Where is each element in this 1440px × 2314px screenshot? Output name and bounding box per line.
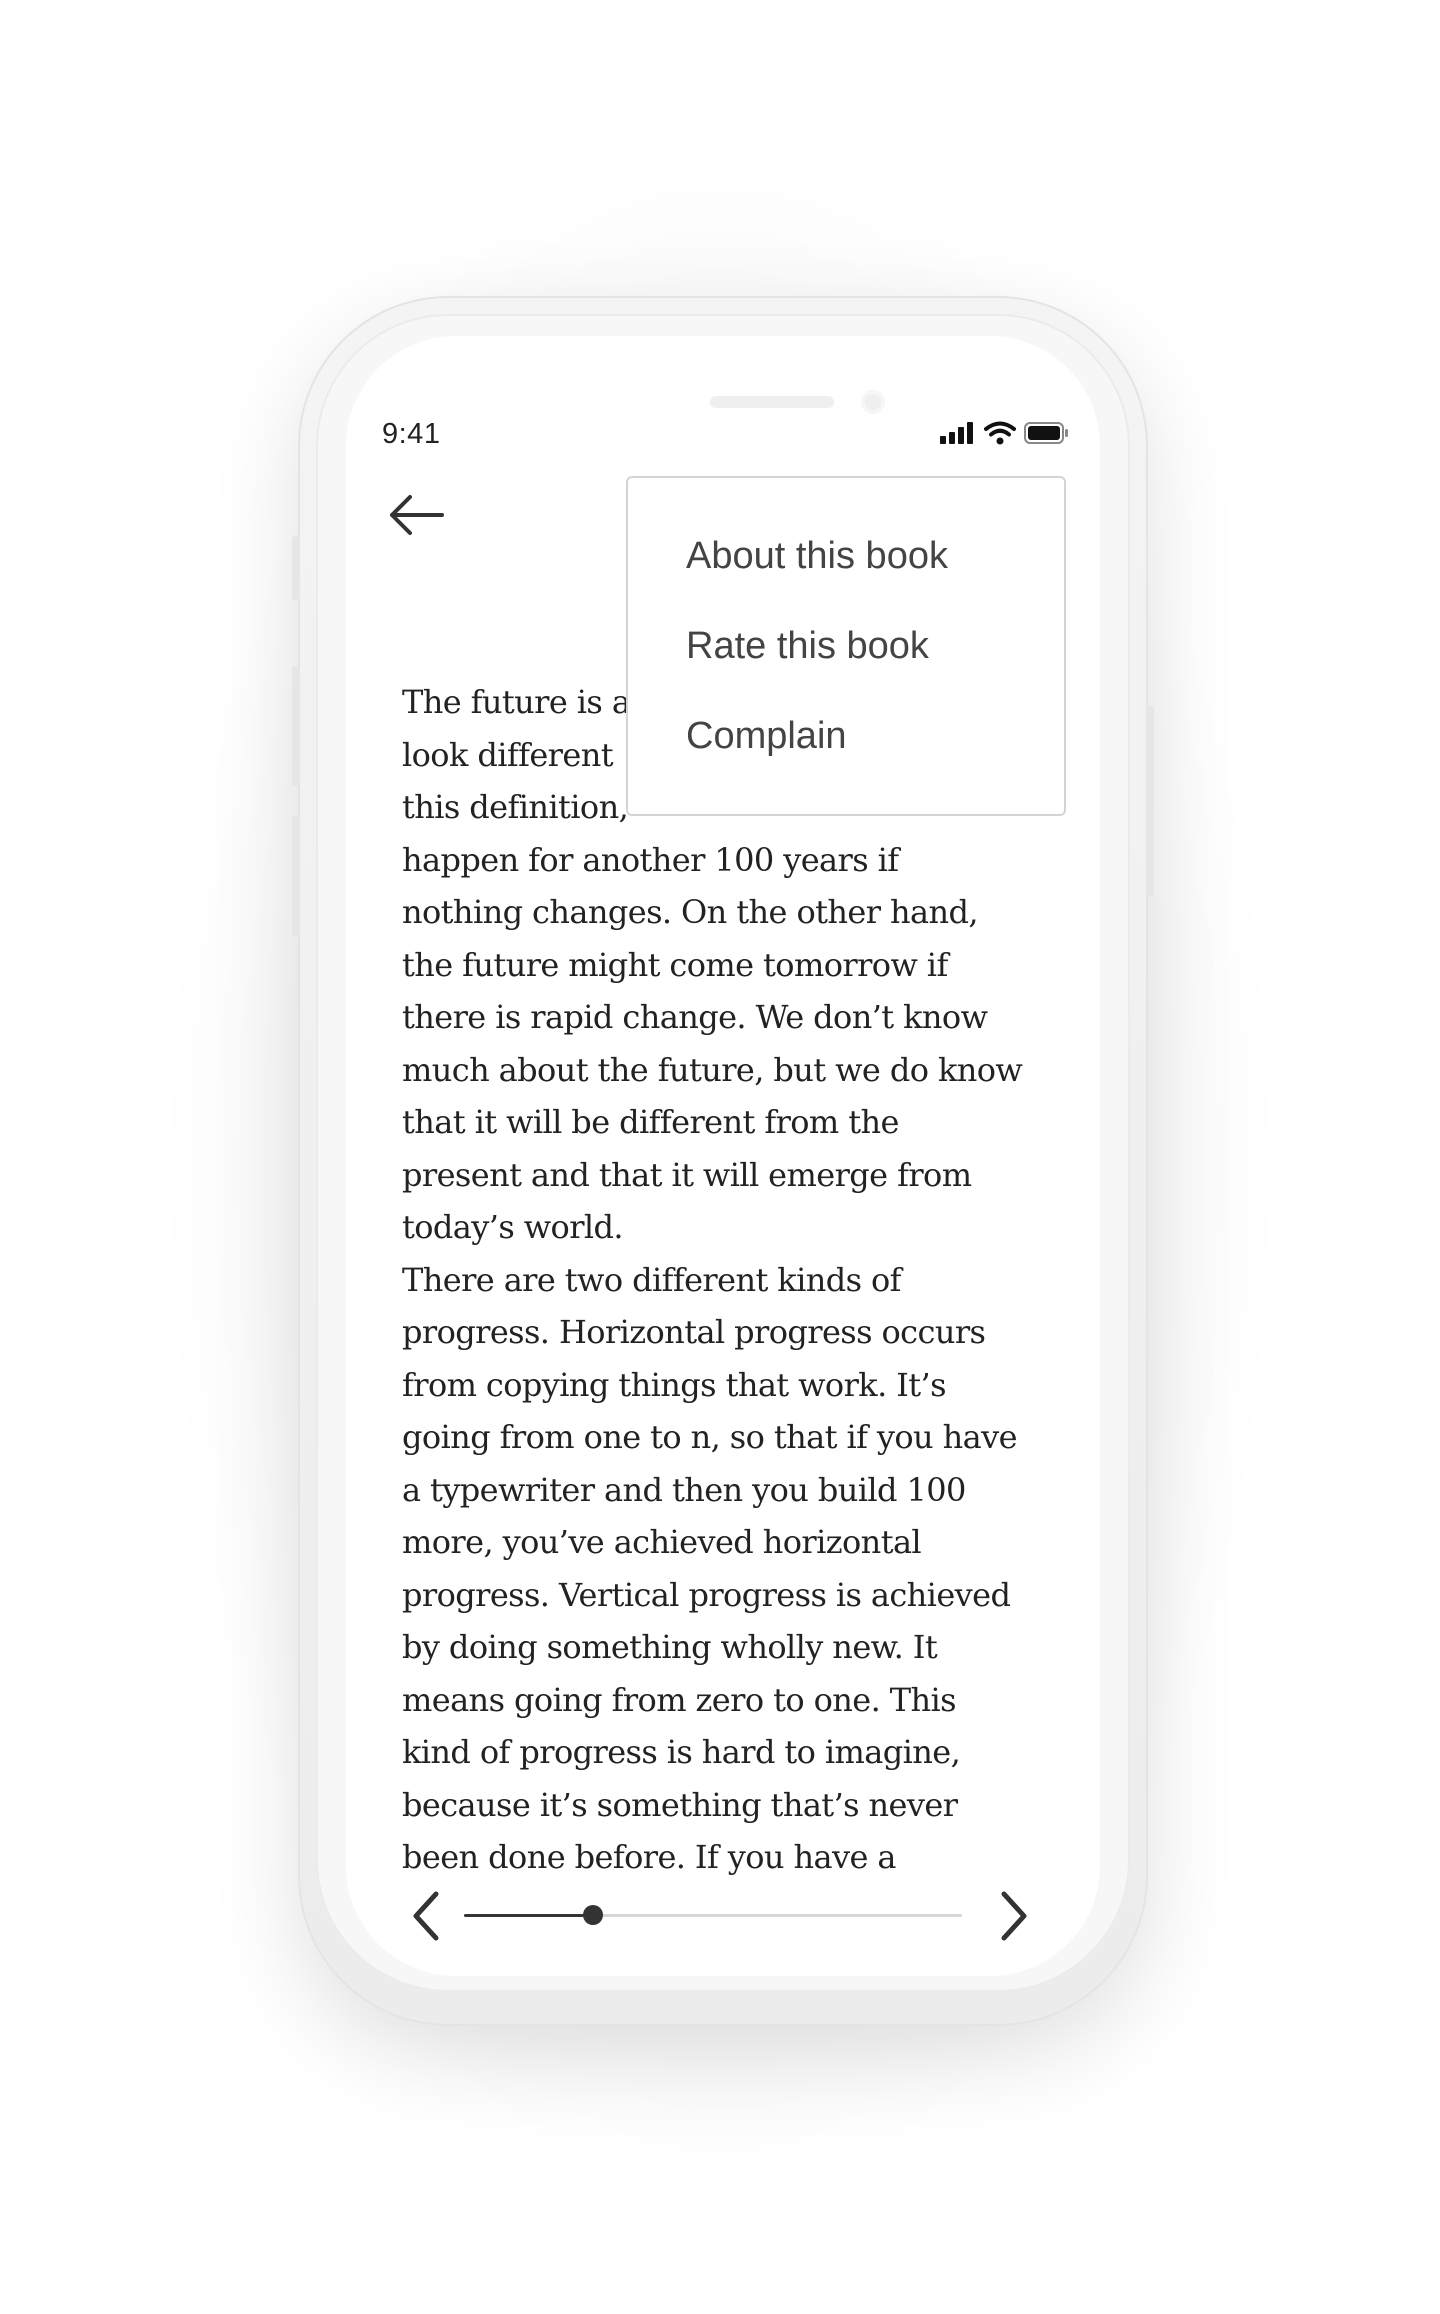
status-icons: [940, 418, 1070, 448]
front-camera: [861, 390, 885, 414]
arrow-left-icon: [390, 495, 444, 535]
text-line: more, you’ve achieved horizontal: [402, 1523, 922, 1561]
text-line: from copying things that work. It’s: [402, 1365, 947, 1404]
book-content: The future is a look different this defi…: [402, 676, 1050, 1884]
phone-frame: 9:41 The future is a look different this…: [292, 296, 1154, 2026]
chevron-left-icon: [413, 1891, 439, 1941]
text-line: nothing changes. On the other hand,: [402, 893, 979, 931]
next-page-button[interactable]: [992, 1886, 1036, 1946]
volume-up-button: [292, 666, 300, 786]
text-line: a typewriter and then you build 100: [402, 1470, 966, 1509]
text-line: because it’s something that’s never: [402, 1785, 958, 1824]
text-line: by doing something wholly new. It: [402, 1628, 938, 1666]
text-line: been done before. If you have a: [402, 1838, 896, 1876]
text-line: progress. Horizontal progress occurs: [402, 1313, 986, 1351]
silent-switch: [292, 536, 300, 600]
text-line: means going from zero to one. This: [402, 1680, 957, 1719]
power-button: [1146, 706, 1154, 896]
options-menu: About this book Rate this book Complain: [626, 476, 1066, 816]
prev-page-button[interactable]: [404, 1886, 448, 1946]
text-line: kind of progress is hard to imagine,: [402, 1733, 961, 1771]
speaker-grille: [710, 396, 834, 408]
background: 9:41 The future is a look different this…: [0, 0, 1440, 2314]
text-line: there is rapid change. We don’t know: [402, 998, 988, 1036]
battery-icon: [1024, 422, 1068, 444]
menu-item-about-book[interactable]: About this book: [628, 518, 1064, 608]
screen: 9:41 The future is a look different this…: [346, 336, 1100, 1976]
reading-progress-slider[interactable]: [464, 1905, 962, 1925]
text-line: that it will be different from the: [402, 1103, 899, 1141]
text-line: happen for another 100 years if: [402, 840, 899, 879]
cellular-signal-icon: [940, 422, 973, 444]
slider-fill: [464, 1914, 594, 1917]
text-line: present and that it will emerge from: [402, 1155, 972, 1194]
menu-item-complain[interactable]: Complain: [628, 698, 1064, 788]
back-button[interactable]: [384, 488, 448, 542]
menu-item-rate-book[interactable]: Rate this book: [628, 608, 1064, 698]
text-line: progress. Vertical progress is achieved: [402, 1575, 1011, 1614]
volume-down-button: [292, 816, 300, 936]
slider-thumb[interactable]: [583, 1905, 604, 1925]
text-line: There are two different kinds of: [402, 1260, 902, 1299]
paragraph-2: There are two different kinds of progres…: [402, 1254, 1050, 1884]
status-time: 9:41: [382, 418, 441, 450]
text-line: much about the future, but we do know: [402, 1050, 1023, 1089]
wifi-icon: [984, 421, 1016, 445]
page-navigation: [346, 1886, 1100, 1966]
text-line: going from one to n, so that if you have: [402, 1418, 1018, 1456]
text-line: the future might come tomorrow if: [402, 945, 948, 984]
chevron-right-icon: [1001, 1891, 1027, 1941]
text-line: today’s world.: [402, 1208, 624, 1246]
